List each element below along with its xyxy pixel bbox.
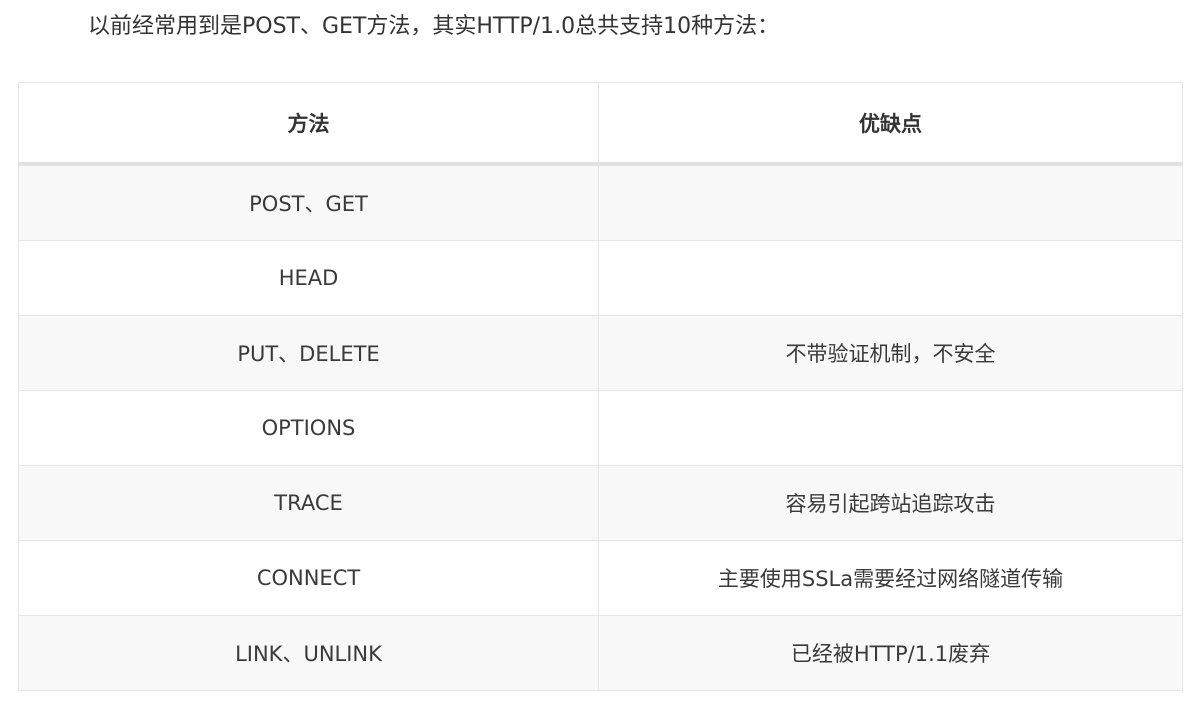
http-methods-table-container: 方法 优缺点 POST、GET HEAD PUT、DELETE 不带验证机制，不… [18, 82, 1183, 691]
method-cell: CONNECT [18, 540, 599, 616]
http-methods-table: 方法 优缺点 POST、GET HEAD PUT、DELETE 不带验证机制，不… [18, 82, 1183, 691]
table-row: POST、GET [18, 163, 1183, 241]
header-row: 方法 优缺点 [18, 82, 1183, 166]
table-header: 方法 优缺点 [18, 82, 1183, 166]
method-cell: TRACE [18, 465, 599, 541]
table-row: LINK、UNLINK 已经被HTTP/1.1废弃 [18, 615, 1183, 691]
header-method: 方法 [18, 82, 599, 166]
note-cell: 不带验证机制，不安全 [598, 315, 1183, 391]
note-cell: 容易引起跨站追踪攻击 [598, 465, 1183, 541]
method-cell: LINK、UNLINK [18, 615, 599, 691]
table-row: TRACE 容易引起跨站追踪攻击 [18, 465, 1183, 541]
intro-paragraph: 以前经常用到是POST、GET方法，其实HTTP/1.0总共支持10种方法： [88, 14, 780, 39]
table-row: OPTIONS [18, 390, 1183, 466]
table-body: POST、GET HEAD PUT、DELETE 不带验证机制，不安全 OPTI… [18, 163, 1183, 691]
note-cell: 已经被HTTP/1.1废弃 [598, 615, 1183, 691]
table-row: HEAD [18, 240, 1183, 316]
note-cell [598, 240, 1183, 316]
method-cell: PUT、DELETE [18, 315, 599, 391]
table-row: PUT、DELETE 不带验证机制，不安全 [18, 315, 1183, 391]
method-cell: OPTIONS [18, 390, 599, 466]
header-pros-cons: 优缺点 [598, 82, 1183, 166]
table-row: CONNECT 主要使用SSLa需要经过网络隧道传输 [18, 540, 1183, 616]
method-cell: HEAD [18, 240, 599, 316]
method-cell: POST、GET [18, 163, 599, 241]
note-cell [598, 163, 1183, 241]
note-cell: 主要使用SSLa需要经过网络隧道传输 [598, 540, 1183, 616]
note-cell [598, 390, 1183, 466]
